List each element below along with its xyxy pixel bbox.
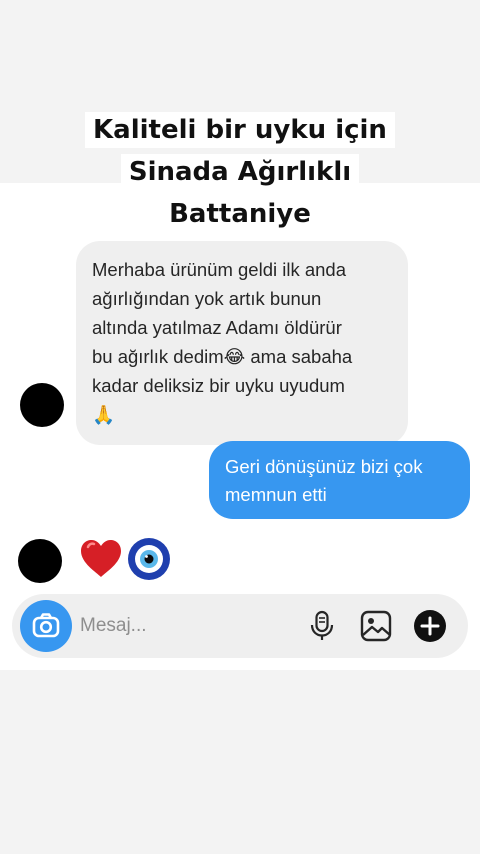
headline-line-2: Sinada Ağırlıklı bbox=[120, 154, 360, 190]
image-icon[interactable] bbox=[360, 610, 392, 642]
camera-icon bbox=[32, 613, 60, 638]
incoming-line-4-end: ama sabaha bbox=[245, 346, 353, 367]
headline: Kaliteli bir uyku için Sinada Ağırlıklı … bbox=[0, 112, 480, 238]
outgoing-line-1: Geri dönüşünüz bizi çok bbox=[225, 456, 423, 477]
camera-button[interactable] bbox=[20, 600, 72, 652]
laughing-emoji: 😂 bbox=[223, 346, 246, 367]
nazar-eye-icon[interactable] bbox=[127, 537, 171, 581]
headline-line-3: Battaniye bbox=[161, 196, 319, 232]
incoming-line-4: bu ağırlık dedim😂 ama sabaha bbox=[92, 342, 392, 371]
headline-line-1: Kaliteli bir uyku için bbox=[85, 112, 395, 148]
plus-icon[interactable] bbox=[412, 608, 448, 644]
incoming-line-4-start: bu ağırlık dedim bbox=[92, 346, 224, 367]
praying-hands-emoji: 🙏 bbox=[92, 404, 116, 425]
outgoing-line-2: memnun etti bbox=[225, 484, 327, 505]
heart-icon[interactable] bbox=[78, 536, 124, 582]
incoming-line-2: ağırlığından yok artık bunun bbox=[92, 288, 322, 309]
incoming-message-bubble[interactable]: Merhaba ürünüm geldi ilk anda ağırlığınd… bbox=[76, 241, 408, 445]
sender-avatar[interactable] bbox=[18, 539, 62, 583]
incoming-line-5: kadar deliksiz bir uyku uyudum bbox=[92, 375, 345, 396]
message-input[interactable] bbox=[80, 612, 290, 640]
microphone-icon[interactable] bbox=[308, 610, 336, 642]
incoming-line-1: Merhaba ürünüm geldi ilk anda bbox=[92, 259, 347, 280]
sender-avatar[interactable] bbox=[20, 383, 64, 427]
message-composer bbox=[12, 594, 468, 658]
incoming-line-3: altında yatılmaz Adamı öldürür bbox=[92, 317, 342, 338]
outgoing-message-bubble[interactable]: Geri dönüşünüz bizi çok memnun etti bbox=[209, 441, 470, 519]
